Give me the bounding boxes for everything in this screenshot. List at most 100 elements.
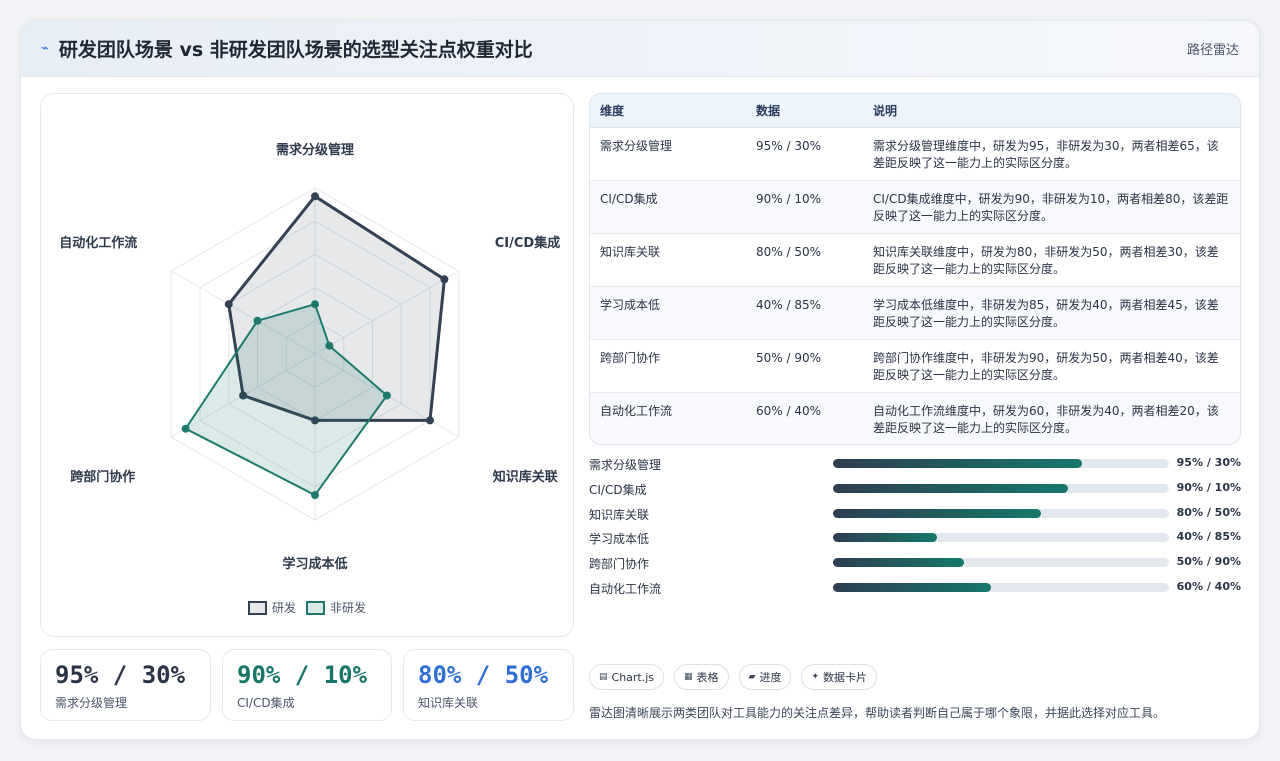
legend-label: 研发 [272,600,296,615]
tag-label: 数据卡片 [823,671,868,684]
chart-icon: ▤ [599,672,608,682]
cell-description: 需求分级管理维度中，研发为95，非研发为30，两者相差65，该差距反映了这一能力… [863,127,1240,181]
cell-data: 80% / 50% [746,233,863,287]
table-header: 数据 [746,94,863,128]
spark-icon: ⌁ [41,41,49,56]
legend-swatch [306,601,325,615]
radar-data-point [382,391,391,400]
progress-row: CI/CD集成 90% / 10% [589,478,1241,503]
cell-dimension: 学习成本低 [590,286,746,340]
progress-list: 需求分级管理 95% / 30% CI/CD集成 90% / 10% 知识库关联… [589,453,1241,602]
cell-data: 95% / 30% [746,127,863,181]
progress-row: 需求分级管理 95% / 30% [589,453,1241,478]
radar-data-point [311,192,319,201]
cell-dimension: 自动化工作流 [590,392,746,444]
table-row: 跨部门协作 50% / 90% 跨部门协作维度中，非研发为90，研发为50，两者… [590,339,1240,393]
cell-description: CI/CD集成维度中，研发为90，非研发为10，两者相差80，该差距反映了这一能… [863,180,1240,234]
progress-row: 学习成本低 40% / 85% [589,527,1241,552]
radar-panel: 需求分级管理 CI/CD集成 知识库关联 学习成本低 跨部门协作 自动化工作流 研发 非研发 [40,93,574,637]
tag-label: Chart.js [611,670,655,684]
table-row: 自动化工作流 60% / 40% 自动化工作流维度中，研发为60，非研发为40，… [590,392,1240,444]
radar-data-point [426,416,435,425]
radar-data-point [325,341,334,350]
stat-card: 80% / 50% 知识库关联 [403,649,574,721]
tag-list: ▤ Chart.js ▦ 表格 ▰ 进度 ✦ 数据卡片 [589,664,878,690]
table-row: 知识库关联 80% / 50% 知识库关联维度中，研发为80，非研发为50，两者… [590,233,1240,287]
legend-label: 非研发 [330,600,366,615]
cell-data: 40% / 85% [746,286,863,340]
cell-dimension: CI/CD集成 [590,180,746,234]
progress-track [833,483,1169,493]
radar-axis-label: 需求分级管理 [276,142,354,158]
path-radar-link[interactable]: 路径雷达 [1187,39,1239,58]
table-row: 学习成本低 40% / 85% 学习成本低维度中，非研发为85，研发为40，两者… [590,286,1240,340]
table-icon: ▦ [684,672,693,682]
legend-swatch [248,601,267,615]
progress-track [833,582,1169,592]
page-title: 研发团队场景 vs 非研发团队场景的选型关注点权重对比 [58,39,533,61]
cell-description: 自动化工作流维度中，研发为60，非研发为40，两者相差20，该差距反映了这一能力… [863,392,1240,444]
radar-data-point [224,300,233,309]
radar-data-point [311,300,319,309]
dashboard-card: ⌁ 研发团队场景 vs 非研发团队场景的选型关注点权重对比 路径雷达 需求分级管… [20,20,1260,740]
progress-fill [833,483,1069,493]
tag-label: 表格 [696,671,719,684]
tag-table[interactable]: ▦ 表格 [674,664,729,690]
radar-axis-label: 跨部门协作 [70,469,135,485]
progress-fill [833,508,1042,518]
progress-track [833,459,1169,468]
data-table: 维度 数据 说明 需求分级管理 95% / 30% 需求分级管理维度中，研发为9… [589,93,1241,445]
progress-track [833,533,1169,543]
card-icon: ✦ [811,672,820,682]
progress-track [833,558,1169,568]
radar-data-point [440,275,449,284]
radar-data-point [311,491,319,500]
progress-fill [833,533,938,543]
progress-row: 自动化工作流 60% / 40% [589,577,1241,602]
radar-axis-label: 学习成本低 [282,556,347,572]
cell-data: 60% / 40% [746,392,863,444]
cell-description: 学习成本低维度中，非研发为85，研发为40，两者相差45，该差距反映了这一能力上… [863,286,1240,340]
progress-value: 40% / 85% [1176,530,1241,544]
stat-label: 知识库关联 [418,696,479,710]
stat-label: CI/CD集成 [237,696,295,710]
radar-axis-label: CI/CD集成 [495,235,560,251]
stat-value: 80% / 50% [418,661,549,689]
progress-fill [833,582,991,592]
table-row: CI/CD集成 90% / 10% CI/CD集成维度中，研发为90，非研发为1… [590,180,1240,234]
table-row: 需求分级管理 95% / 30% 需求分级管理维度中，研发为95，非研发为30，… [590,127,1240,181]
tag-progress[interactable]: ▰ 进度 [738,664,792,690]
progress-value: 90% / 10% [1176,480,1241,494]
tag-chartjs[interactable]: ▤ Chart.js [589,664,665,690]
cell-dimension: 跨部门协作 [590,339,746,393]
cell-data: 50% / 90% [746,339,863,393]
stat-label: 需求分级管理 [55,696,128,710]
progress-label: 学习成本低 [589,532,650,547]
progress-label: 需求分级管理 [589,458,662,472]
progress-value: 95% / 30% [1176,456,1241,469]
stat-value: 95% / 30% [55,661,186,689]
stat-card: 90% / 10% CI/CD集成 [222,649,392,721]
table-header: 维度 [590,94,746,128]
progress-value: 50% / 90% [1176,555,1241,569]
cell-description: 跨部门协作维度中，非研发为90，研发为50，两者相差40，该差距反映了这一能力上… [863,339,1240,393]
radar-data-point [181,424,190,433]
progress-value: 80% / 50% [1176,505,1241,519]
stat-card: 95% / 30% 需求分级管理 [40,649,211,721]
progress-label: 跨部门协作 [589,557,650,572]
footnote: 雷达图清晰展示两类团队对工具能力的关注点差异，帮助读者判断自己属于哪个象限，并据… [589,706,1166,720]
header: ⌁ 研发团队场景 vs 非研发团队场景的选型关注点权重对比 路径雷达 [21,21,1259,77]
progress-value: 60% / 40% [1176,579,1241,593]
progress-label: CI/CD集成 [589,482,647,497]
radar-chart: 需求分级管理 CI/CD集成知识库关联学习成本低 跨部门协作 自动化工作流研发 非研发 [59,142,560,615]
progress-track [833,508,1169,518]
progress-fill [833,459,1082,468]
radar-data-point [253,316,262,325]
progress-icon: ▰ [748,672,756,682]
progress-row: 跨部门协作 50% / 90% [589,552,1241,577]
radar-axis-label: 自动化工作流 [59,235,137,251]
cell-data: 90% / 10% [746,180,863,234]
tag-data-card[interactable]: ✦ 数据卡片 [801,664,878,690]
cell-dimension: 知识库关联 [590,233,746,287]
stat-value: 90% / 10% [237,661,368,689]
